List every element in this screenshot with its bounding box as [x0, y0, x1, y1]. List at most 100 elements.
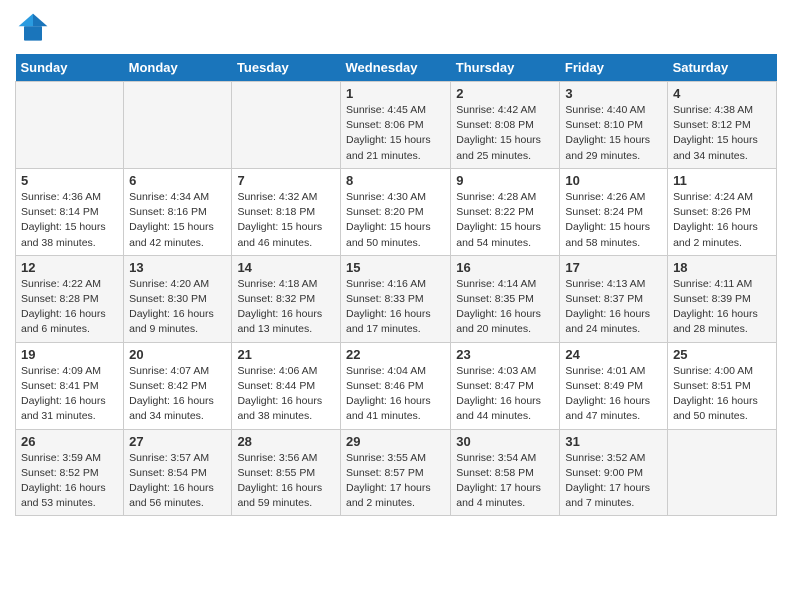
day-info: Sunrise: 4:32 AM Sunset: 8:18 PM Dayligh… [237, 190, 335, 251]
day-info: Sunrise: 3:55 AM Sunset: 8:57 PM Dayligh… [346, 451, 445, 512]
week-row-2: 5 Sunrise: 4:36 AM Sunset: 8:14 PM Daylig… [16, 168, 777, 255]
day-number: 10 [565, 173, 662, 188]
calendar-cell: 26Sunrise: 3:59 AM Sunset: 8:52 PM Dayli… [16, 429, 124, 516]
day-info: Sunrise: 4:38 AM Sunset: 8:12 PM Dayligh… [673, 103, 771, 164]
day-info: Sunrise: 4:28 AM Sunset: 8:22 PM Dayligh… [456, 190, 554, 251]
calendar-cell: 22 Sunrise: 4:04 AM Sunset: 8:46 PM Dayli… [340, 342, 450, 429]
calendar-cell: 18 Sunrise: 4:11 AM Sunset: 8:39 PM Dayli… [668, 255, 777, 342]
day-info: Sunrise: 4:01 AM Sunset: 8:49 PM Dayligh… [565, 364, 662, 425]
day-info: Sunrise: 4:30 AM Sunset: 8:20 PM Dayligh… [346, 190, 445, 251]
column-header-thursday: Thursday [451, 54, 560, 82]
calendar-cell: 4 Sunrise: 4:38 AM Sunset: 8:12 PM Daylig… [668, 82, 777, 169]
calendar-cell: 5 Sunrise: 4:36 AM Sunset: 8:14 PM Daylig… [16, 168, 124, 255]
day-number: 17 [565, 260, 662, 275]
day-number: 21 [237, 347, 335, 362]
day-number: 19 [21, 347, 118, 362]
day-number: 22 [346, 347, 445, 362]
week-row-4: 19 Sunrise: 4:09 AM Sunset: 8:41 PM Dayli… [16, 342, 777, 429]
day-info: Sunrise: 4:36 AM Sunset: 8:14 PM Dayligh… [21, 190, 118, 251]
calendar-cell: 8 Sunrise: 4:30 AM Sunset: 8:20 PM Daylig… [340, 168, 450, 255]
header [15, 10, 777, 46]
day-info: Sunrise: 4:24 AM Sunset: 8:26 PM Dayligh… [673, 190, 771, 251]
day-number: 20 [129, 347, 226, 362]
day-number: 12 [21, 260, 118, 275]
column-header-monday: Monday [124, 54, 232, 82]
day-number: 26 [21, 434, 118, 449]
calendar-cell: 21Sunrise: 4:06 AM Sunset: 8:44 PM Dayli… [232, 342, 341, 429]
day-number: 30 [456, 434, 554, 449]
calendar-cell [16, 82, 124, 169]
day-number: 14 [237, 260, 335, 275]
day-number: 15 [346, 260, 445, 275]
calendar-cell: 2 Sunrise: 4:42 AM Sunset: 8:08 PM Daylig… [451, 82, 560, 169]
day-info: Sunrise: 3:57 AM Sunset: 8:54 PM Dayligh… [129, 451, 226, 512]
day-number: 9 [456, 173, 554, 188]
day-number: 11 [673, 173, 771, 188]
column-header-sunday: Sunday [16, 54, 124, 82]
day-number: 3 [565, 86, 662, 101]
calendar-cell: 12 Sunrise: 4:22 AM Sunset: 8:28 PM Dayli… [16, 255, 124, 342]
calendar-cell: 7 Sunrise: 4:32 AM Sunset: 8:18 PM Daylig… [232, 168, 341, 255]
calendar-cell [668, 429, 777, 516]
day-number: 4 [673, 86, 771, 101]
day-number: 29 [346, 434, 445, 449]
day-info: Sunrise: 4:45 AM Sunset: 8:06 PM Dayligh… [346, 103, 445, 164]
day-info: Sunrise: 4:20 AM Sunset: 8:30 PM Dayligh… [129, 277, 226, 338]
day-info: Sunrise: 4:42 AM Sunset: 8:08 PM Dayligh… [456, 103, 554, 164]
day-info: Sunrise: 4:00 AM Sunset: 8:51 PM Dayligh… [673, 364, 771, 425]
calendar-cell [232, 82, 341, 169]
day-info: Sunrise: 4:26 AM Sunset: 8:24 PM Dayligh… [565, 190, 662, 251]
day-info: Sunrise: 4:22 AM Sunset: 8:28 PM Dayligh… [21, 277, 118, 338]
column-header-friday: Friday [560, 54, 668, 82]
day-info: Sunrise: 3:56 AM Sunset: 8:55 PM Dayligh… [237, 451, 335, 512]
calendar-cell [124, 82, 232, 169]
calendar-cell: 19 Sunrise: 4:09 AM Sunset: 8:41 PM Dayli… [16, 342, 124, 429]
calendar-cell: 6 Sunrise: 4:34 AM Sunset: 8:16 PM Daylig… [124, 168, 232, 255]
day-info: Sunrise: 4:13 AM Sunset: 8:37 PM Dayligh… [565, 277, 662, 338]
calendar-cell: 28 Sunrise: 3:56 AM Sunset: 8:55 PM Dayli… [232, 429, 341, 516]
calendar-cell: 13Sunrise: 4:20 AM Sunset: 8:30 PM Dayli… [124, 255, 232, 342]
calendar-cell: 16Sunrise: 4:14 AM Sunset: 8:35 PM Dayli… [451, 255, 560, 342]
day-number: 1 [346, 86, 445, 101]
day-number: 31 [565, 434, 662, 449]
day-number: 27 [129, 434, 226, 449]
day-info: Sunrise: 3:52 AM Sunset: 9:00 PM Dayligh… [565, 451, 662, 512]
calendar-cell: 1 Sunrise: 4:45 AM Sunset: 8:06 PM Daylig… [340, 82, 450, 169]
logo [15, 10, 55, 46]
day-number: 25 [673, 347, 771, 362]
day-info: Sunrise: 4:11 AM Sunset: 8:39 PM Dayligh… [673, 277, 771, 338]
day-number: 5 [21, 173, 118, 188]
calendar-cell: 15Sunrise: 4:16 AM Sunset: 8:33 PM Dayli… [340, 255, 450, 342]
day-number: 23 [456, 347, 554, 362]
day-info: Sunrise: 4:34 AM Sunset: 8:16 PM Dayligh… [129, 190, 226, 251]
week-row-1: 1 Sunrise: 4:45 AM Sunset: 8:06 PM Daylig… [16, 82, 777, 169]
calendar-table: SundayMondayTuesdayWednesdayThursdayFrid… [15, 54, 777, 516]
header-row: SundayMondayTuesdayWednesdayThursdayFrid… [16, 54, 777, 82]
day-number: 8 [346, 173, 445, 188]
calendar-cell: 25 Sunrise: 4:00 AM Sunset: 8:51 PM Dayli… [668, 342, 777, 429]
calendar-cell: 3 Sunrise: 4:40 AM Sunset: 8:10 PM Daylig… [560, 82, 668, 169]
day-info: Sunrise: 4:09 AM Sunset: 8:41 PM Dayligh… [21, 364, 118, 425]
calendar-cell: 24 Sunrise: 4:01 AM Sunset: 8:49 PM Dayli… [560, 342, 668, 429]
week-row-3: 12 Sunrise: 4:22 AM Sunset: 8:28 PM Dayli… [16, 255, 777, 342]
day-info: Sunrise: 4:03 AM Sunset: 8:47 PM Dayligh… [456, 364, 554, 425]
calendar-cell: 30 Sunrise: 3:54 AM Sunset: 8:58 PM Dayli… [451, 429, 560, 516]
day-info: Sunrise: 4:07 AM Sunset: 8:42 PM Dayligh… [129, 364, 226, 425]
calendar-cell: 14 Sunrise: 4:18 AM Sunset: 8:32 PM Dayli… [232, 255, 341, 342]
day-number: 7 [237, 173, 335, 188]
column-header-tuesday: Tuesday [232, 54, 341, 82]
day-info: Sunrise: 4:40 AM Sunset: 8:10 PM Dayligh… [565, 103, 662, 164]
calendar-cell: 9 Sunrise: 4:28 AM Sunset: 8:22 PM Daylig… [451, 168, 560, 255]
day-number: 6 [129, 173, 226, 188]
day-info: Sunrise: 4:18 AM Sunset: 8:32 PM Dayligh… [237, 277, 335, 338]
day-info: Sunrise: 4:04 AM Sunset: 8:46 PM Dayligh… [346, 364, 445, 425]
day-number: 18 [673, 260, 771, 275]
calendar-cell: 27 Sunrise: 3:57 AM Sunset: 8:54 PM Dayli… [124, 429, 232, 516]
day-number: 28 [237, 434, 335, 449]
day-number: 16 [456, 260, 554, 275]
calendar-cell: 17 Sunrise: 4:13 AM Sunset: 8:37 PM Dayli… [560, 255, 668, 342]
calendar-cell: 31 Sunrise: 3:52 AM Sunset: 9:00 PM Dayli… [560, 429, 668, 516]
day-number: 24 [565, 347, 662, 362]
day-info: Sunrise: 3:54 AM Sunset: 8:58 PM Dayligh… [456, 451, 554, 512]
day-number: 2 [456, 86, 554, 101]
